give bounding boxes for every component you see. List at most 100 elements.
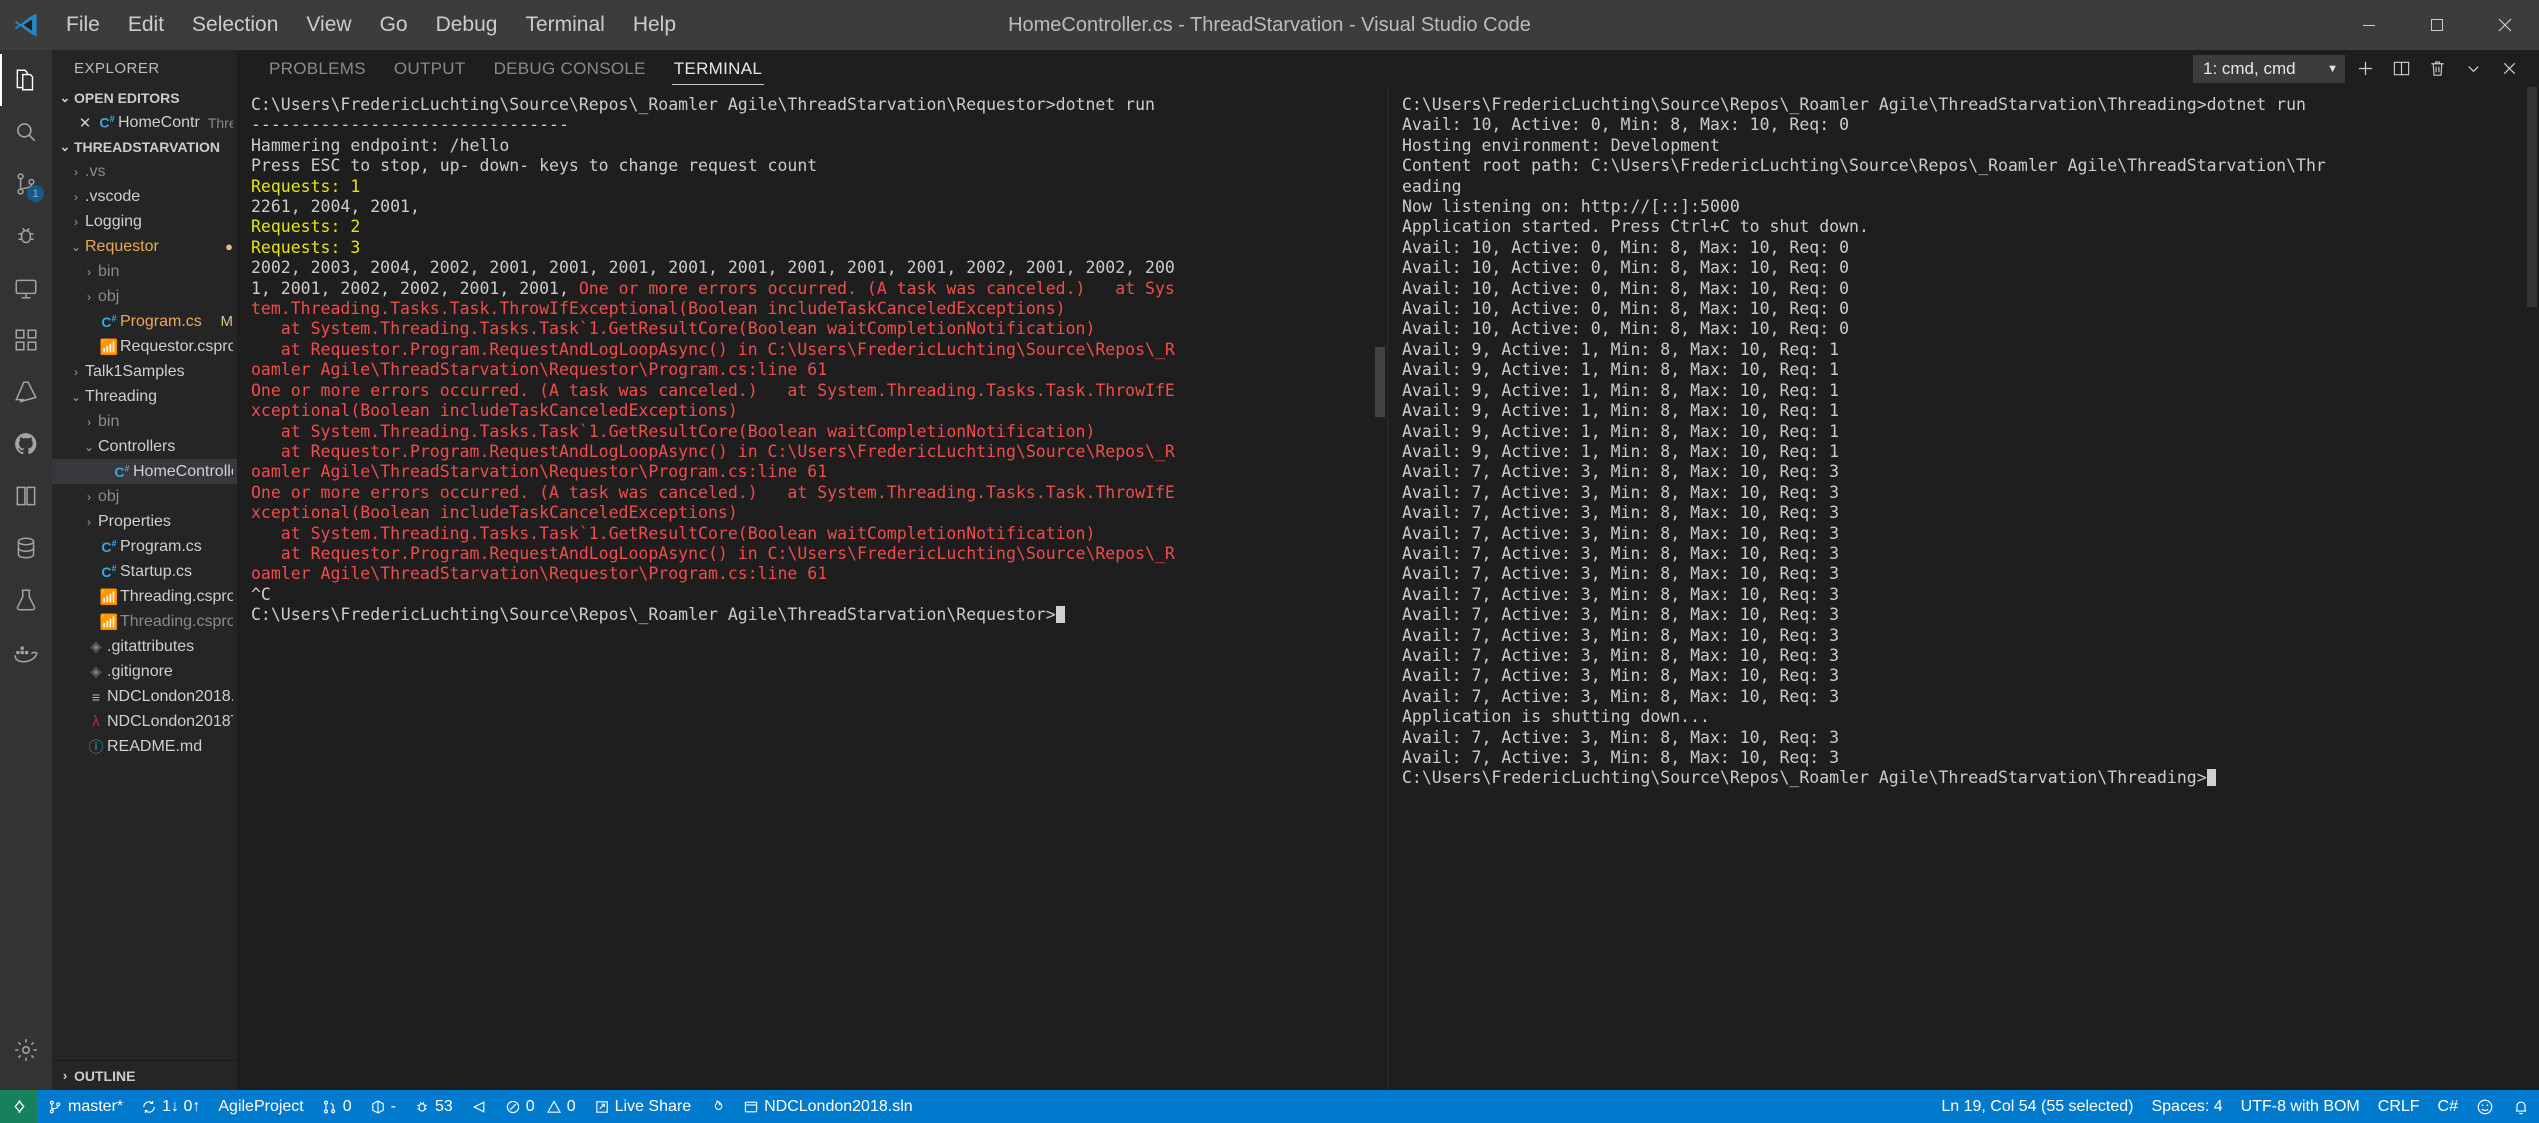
tree-item-program-cs[interactable]: C# Program.cs M: [52, 309, 237, 334]
menu-help[interactable]: Help: [619, 9, 690, 41]
tree-item-obj[interactable]: › obj: [52, 484, 237, 509]
tab-problems[interactable]: PROBLEMS: [255, 50, 380, 87]
workspace-section[interactable]: ⌄ THREADSTARVATION: [52, 135, 237, 159]
close-panel-button[interactable]: [2493, 54, 2525, 84]
terminal-left-scrollbar[interactable]: [1375, 347, 1385, 417]
status-language-mode[interactable]: C#: [2429, 1090, 2467, 1123]
menu-file[interactable]: File: [52, 9, 114, 41]
activity-docker[interactable]: [0, 626, 52, 678]
menu-selection[interactable]: Selection: [178, 9, 292, 41]
menu-edit[interactable]: Edit: [114, 9, 178, 41]
status-active-solution[interactable]: NDCLondon2018.sln: [734, 1090, 922, 1123]
csproj-icon: 📶: [98, 338, 120, 356]
status-encoding[interactable]: UTF-8 with BOM: [2232, 1090, 2369, 1123]
pdf-icon: λ: [92, 713, 100, 730]
activity-azure[interactable]: [0, 366, 52, 418]
status-smiley[interactable]: [2467, 1090, 2503, 1123]
status-pull-requests[interactable]: 0: [313, 1090, 361, 1123]
activity-test[interactable]: [0, 574, 52, 626]
status-work-items[interactable]: 53: [405, 1090, 462, 1123]
tree-item--vscode[interactable]: › .vscode: [52, 184, 237, 209]
terminal-right-scrollbar[interactable]: [2527, 87, 2537, 307]
status-eol[interactable]: CRLF: [2369, 1090, 2429, 1123]
status-notifications[interactable]: [2503, 1090, 2539, 1123]
tree-item-startup-cs[interactable]: C# Startup.cs: [52, 559, 237, 584]
tree-item-properties[interactable]: › Properties: [52, 509, 237, 534]
activity-explorer[interactable]: [0, 54, 52, 106]
kill-terminal-button[interactable]: [2421, 54, 2453, 84]
minimize-button[interactable]: [2335, 0, 2403, 50]
tree-item-ndclondon2018t1-pdf[interactable]: λ NDCLondon2018T1.pdf: [52, 709, 237, 734]
terminal-line: Avail: 7, Active: 3, Min: 8, Max: 10, Re…: [1402, 748, 2539, 768]
status-editor-position[interactable]: Ln 19, Col 54 (55 selected): [1932, 1090, 2142, 1123]
tree-item--gitattributes[interactable]: ◈ .gitattributes: [52, 634, 237, 659]
menu-terminal[interactable]: Terminal: [511, 9, 618, 41]
tree-item--vs[interactable]: › .vs: [52, 159, 237, 184]
activity-extensions[interactable]: [0, 314, 52, 366]
status-indentation[interactable]: Spaces: 4: [2142, 1090, 2231, 1123]
terminal-pane-requestor[interactable]: C:\Users\FredericLuchting\Source\Repos\_…: [237, 87, 1388, 1090]
tree-item-logging[interactable]: › Logging: [52, 209, 237, 234]
tree-item-bin[interactable]: › bin: [52, 409, 237, 434]
terminal-line-text: 2261, 2004, 2001,: [251, 197, 420, 217]
tree-item-label: Startup.cs: [120, 562, 193, 580]
tree-item-label: Requestor.csproj: [120, 337, 233, 355]
tree-item-homecontroller-cs[interactable]: C#HomeController.cs: [52, 459, 237, 484]
terminal-pane-threading[interactable]: C:\Users\FredericLuchting\Source\Repos\_…: [1388, 87, 2539, 1090]
status-errors-count: 0: [525, 1097, 535, 1115]
new-terminal-button[interactable]: [2349, 54, 2381, 84]
tree-item--gitignore[interactable]: ◈ .gitignore: [52, 659, 237, 684]
status-feedback[interactable]: [462, 1090, 496, 1123]
status-live-share[interactable]: Live Share: [585, 1090, 701, 1123]
hide-panel-button[interactable]: [2457, 54, 2489, 84]
outline-section[interactable]: › OUTLINE: [52, 1060, 237, 1090]
tree-item-threading-csproj[interactable]: 📶 Threading.csproj: [52, 584, 237, 609]
terminal-line-text: Avail: 10, Active: 0, Min: 8, Max: 10, R…: [1402, 299, 1850, 319]
tab-debug-console[interactable]: DEBUG CONSOLE: [480, 50, 660, 87]
terminal-line-text: Avail: 7, Active: 3, Min: 8, Max: 10, Re…: [1402, 543, 1840, 563]
activity-sql-server[interactable]: [0, 522, 52, 574]
tab-output[interactable]: OUTPUT: [380, 50, 480, 87]
status-git-branch[interactable]: master*: [38, 1090, 132, 1123]
close-icon[interactable]: ✕: [74, 114, 96, 132]
tree-item-talk1samples[interactable]: › Talk1Samples: [52, 359, 237, 384]
open-editors-section[interactable]: ⌄ OPEN EDITORS: [52, 86, 237, 110]
tree-item-requestor-csproj[interactable]: 📶 Requestor.csproj: [52, 334, 237, 359]
terminal-line-text: Avail: 10, Active: 0, Min: 8, Max: 10, R…: [1402, 115, 1850, 135]
status-flame[interactable]: [700, 1090, 734, 1123]
close-button[interactable]: [2471, 0, 2539, 50]
info-icon: ⓘ: [85, 736, 107, 757]
status-builds[interactable]: -: [361, 1090, 405, 1123]
tree-item-controllers[interactable]: ⌄ Controllers: [52, 434, 237, 459]
activity-source-control[interactable]: 1: [0, 158, 52, 210]
status-azure-project[interactable]: AgileProject: [209, 1090, 312, 1123]
tree-item-requestor[interactable]: ⌄ Requestor ●: [52, 234, 237, 259]
tree-item-bin[interactable]: › bin: [52, 259, 237, 284]
open-editor-item[interactable]: ✕ C# HomeController.cs Thre...: [52, 110, 237, 135]
tree-item-program-cs[interactable]: C# Program.cs: [52, 534, 237, 559]
tree-item-threading[interactable]: ⌄ Threading: [52, 384, 237, 409]
activity-settings[interactable]: [0, 1024, 52, 1076]
tree-item-ndclondon2018-sln[interactable]: ≡ NDCLondon2018.sln: [52, 684, 237, 709]
activity-debug[interactable]: [0, 210, 52, 262]
split-terminal-button[interactable]: [2385, 54, 2417, 84]
menu-view[interactable]: View: [292, 9, 365, 41]
maximize-button[interactable]: [2403, 0, 2471, 50]
terminal-selector[interactable]: 1: cmd, cmd ▼: [2193, 54, 2345, 83]
remote-indicator[interactable]: [0, 1090, 38, 1123]
activity-docs[interactable]: [0, 470, 52, 522]
activity-github[interactable]: [0, 418, 52, 470]
tree-item-threading-csproj-user[interactable]: 📶Threading.csproj.user: [52, 609, 237, 634]
tree-item-obj[interactable]: › obj: [52, 284, 237, 309]
menu-go[interactable]: Go: [366, 9, 422, 41]
terminal-selector-value: 1: cmd, cmd: [2203, 58, 2296, 78]
status-active-solution-label: NDCLondon2018.sln: [764, 1097, 913, 1115]
tab-terminal[interactable]: TERMINAL: [660, 50, 776, 87]
activity-remote-explorer[interactable]: [0, 262, 52, 314]
activity-search[interactable]: [0, 106, 52, 158]
terminal-container: C:\Users\FredericLuchting\Source\Repos\_…: [237, 87, 2539, 1090]
status-sync[interactable]: 1↓ 0↑: [132, 1090, 209, 1123]
tree-item-readme-md[interactable]: ⓘ README.md: [52, 734, 237, 759]
menu-debug[interactable]: Debug: [422, 9, 512, 41]
status-problems[interactable]: 0 0: [496, 1090, 585, 1123]
